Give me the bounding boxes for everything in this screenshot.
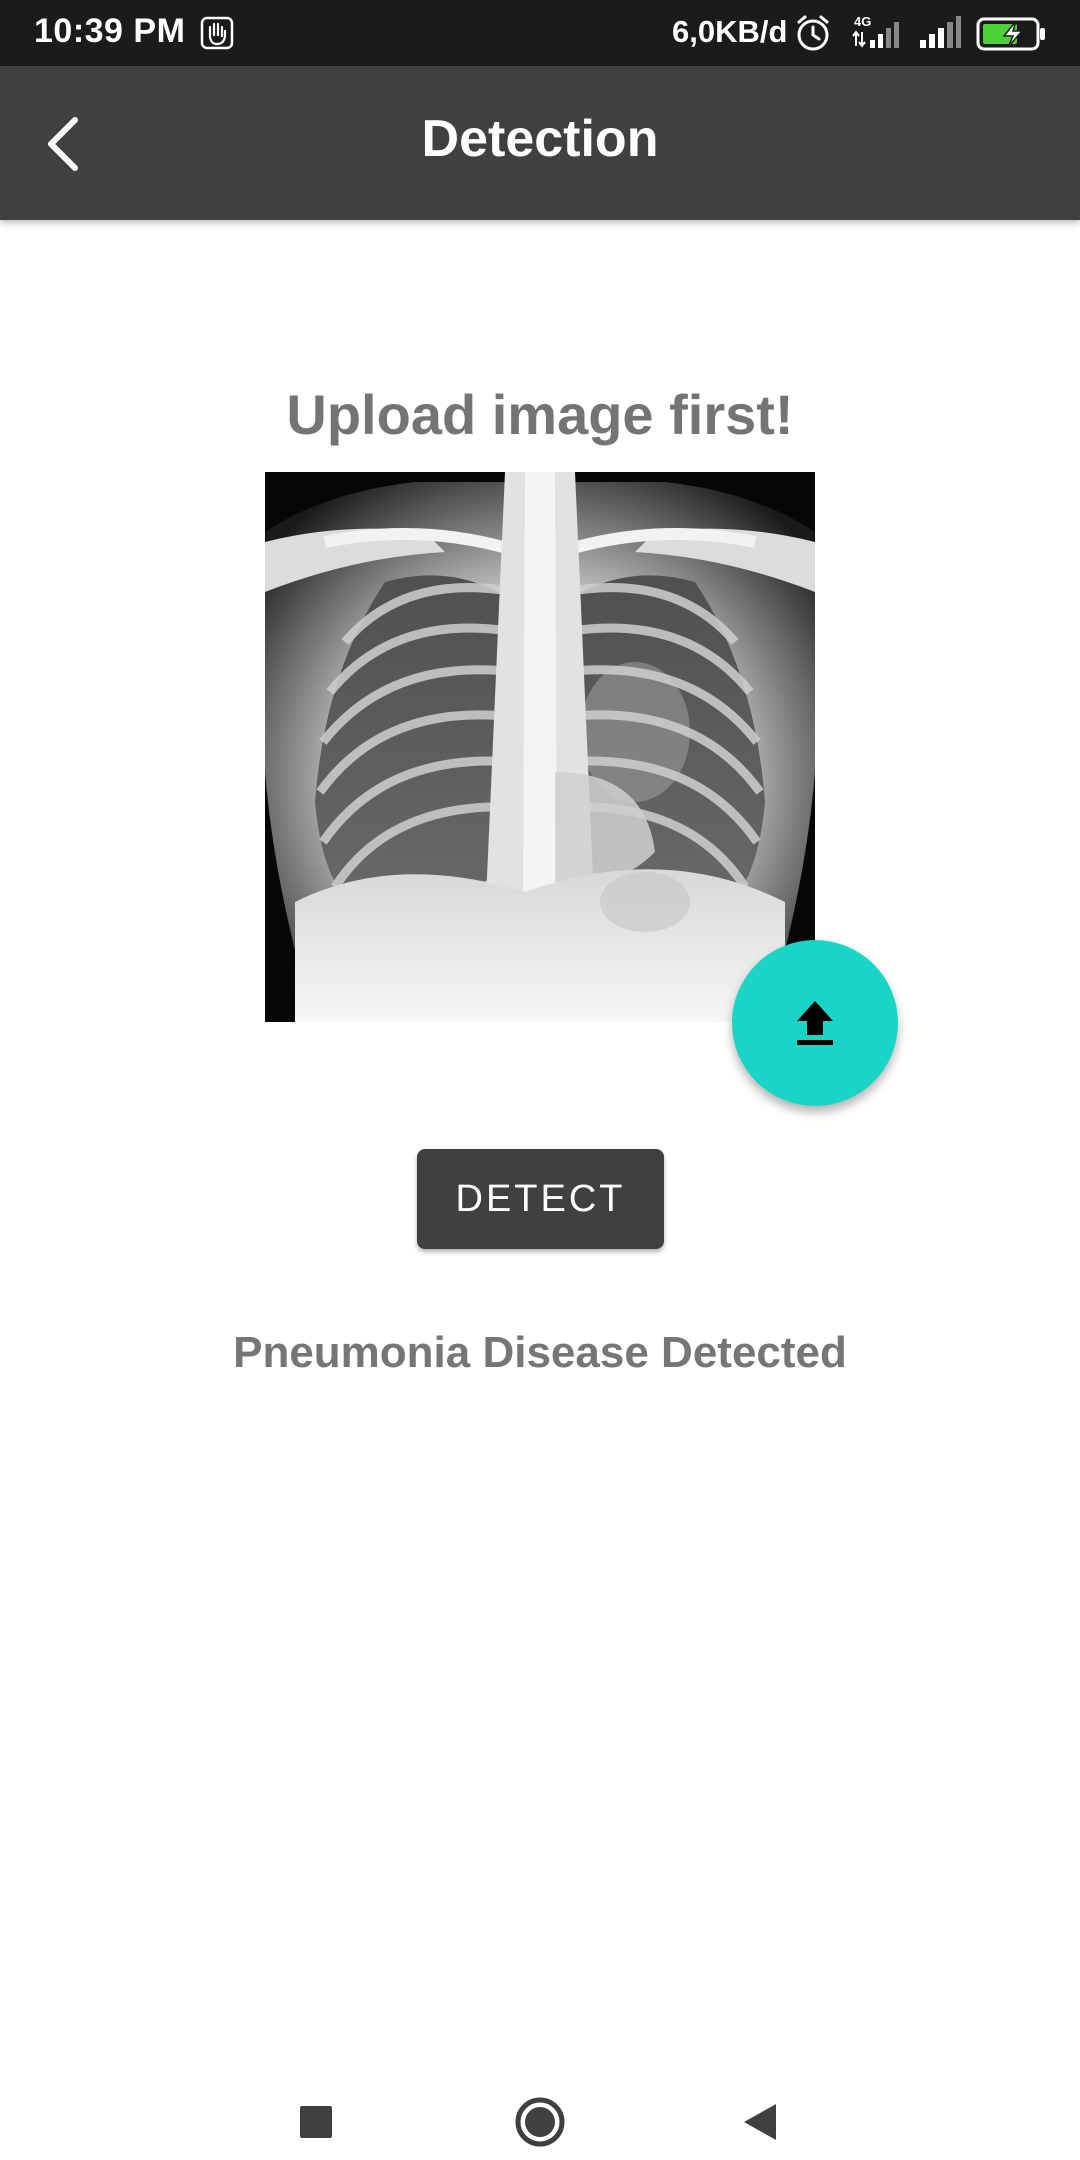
battery-charging-icon: [976, 17, 1045, 51]
signal-icon: [920, 16, 961, 48]
system-back-button[interactable]: [730, 2092, 790, 2152]
status-time: 10:39 PM: [34, 12, 186, 50]
upload-icon: [797, 1001, 833, 1045]
upload-fab[interactable]: [732, 940, 898, 1106]
back-triangle-icon: [744, 2104, 776, 2140]
network-type-label: 4G: [854, 14, 871, 29]
detect-button[interactable]: DETECT: [417, 1149, 664, 1249]
alarm-icon: [797, 15, 829, 51]
network-speed: 6,0KB/d: [672, 14, 788, 49]
xray-illustration: [265, 472, 815, 1022]
hand-icon: [200, 16, 234, 50]
chest-xray-image: [265, 472, 815, 1022]
signal-4g-icon: 4G: [852, 14, 899, 48]
home-button[interactable]: [510, 2092, 570, 2152]
recents-icon: [300, 2106, 332, 2138]
result-text: Pneumonia Disease Detected: [233, 1328, 847, 1377]
page-title: Detection: [421, 110, 659, 168]
status-bar: 10:39 PM 6,0KB/d 4G: [0, 0, 1080, 66]
home-icon: [515, 2097, 565, 2147]
recents-button[interactable]: [286, 2092, 346, 2152]
system-nav-bar: [0, 2040, 1080, 2160]
upload-heading: Upload image first!: [286, 383, 794, 446]
app-bar: Detection: [0, 66, 1080, 220]
